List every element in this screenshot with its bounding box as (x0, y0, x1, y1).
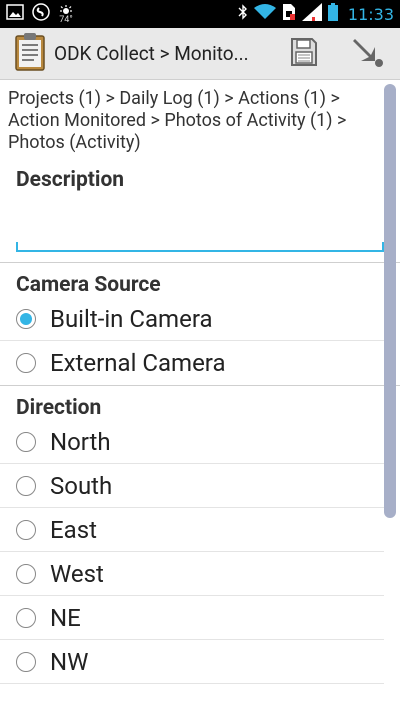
description-input[interactable] (16, 192, 384, 252)
scrollbar-thumb[interactable] (384, 84, 396, 518)
radio-option-ne[interactable]: NE (0, 596, 384, 640)
signal-icon (301, 3, 322, 25)
radio-option-north[interactable]: North (0, 420, 384, 464)
radio-option-east[interactable]: East (0, 508, 384, 552)
radio-option-label: Built-in Camera (50, 304, 213, 333)
radio-button[interactable] (16, 563, 36, 584)
radio-option-built-in-camera[interactable]: Built-in Camera (0, 297, 384, 341)
wifi-icon (253, 4, 276, 24)
radio-option-label: North (50, 427, 111, 456)
radio-button[interactable] (16, 519, 36, 540)
go-to-prompt-icon (351, 35, 385, 73)
radio-button-checked[interactable] (16, 308, 36, 329)
radio-button[interactable] (16, 431, 36, 452)
radio-option-nw[interactable]: NW (0, 640, 384, 684)
camera-source-label: Camera Source (16, 273, 161, 297)
radio-option-label: South (50, 471, 113, 500)
save-form-button[interactable] (272, 28, 336, 80)
save-form-icon (290, 37, 318, 71)
radio-button[interactable] (16, 651, 36, 672)
status-bar: 74° 11:33 (0, 0, 400, 28)
radio-button[interactable] (16, 353, 36, 373)
clock: 11:33 (347, 4, 394, 24)
radio-option-label: East (50, 515, 97, 544)
shazam-icon (32, 3, 50, 25)
breadcrumb: Projects (1) > Daily Log (1) > Actions (… (8, 88, 347, 153)
temperature-label: 74° (59, 14, 73, 25)
camera-source-question: Camera Source Built-in Camera External C… (0, 263, 400, 385)
form-content[interactable]: Projects (1) > Daily Log (1) > Actions (… (0, 80, 400, 711)
direction-question: Direction North South East West NE NW (0, 386, 400, 684)
radio-button[interactable] (16, 475, 36, 496)
radio-button[interactable] (16, 607, 36, 628)
radio-option-south[interactable]: South (0, 464, 384, 508)
description-label: Description (16, 168, 125, 192)
app-title: ODK Collect > Monito... (54, 42, 249, 65)
sim-icon (282, 3, 296, 25)
radio-option-external-camera[interactable]: External Camera (0, 341, 384, 385)
radio-option-label: NE (50, 603, 81, 632)
radio-option-label: West (50, 559, 104, 588)
direction-label: Direction (16, 396, 102, 420)
gallery-icon (6, 4, 24, 24)
radio-option-label: NW (50, 647, 89, 676)
bluetooth-icon (238, 4, 248, 24)
radio-option-label: External Camera (50, 349, 226, 377)
go-to-prompt-button[interactable] (336, 28, 400, 80)
weather-icon: 74° (58, 4, 74, 25)
radio-option-west[interactable]: West (0, 552, 384, 596)
action-bar: ODK Collect > Monito... (0, 28, 400, 80)
battery-icon (327, 3, 338, 25)
clipboard-app-icon[interactable] (14, 32, 46, 76)
